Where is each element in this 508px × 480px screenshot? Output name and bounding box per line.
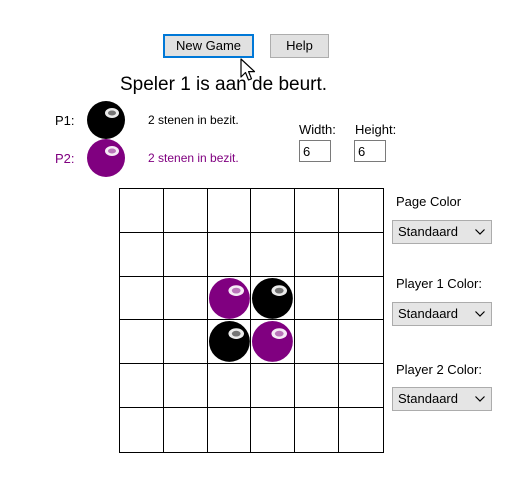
page-color-value: Standaard (398, 224, 458, 239)
player1-label: P1: (55, 113, 75, 128)
height-label: Height: (355, 122, 397, 137)
board-cell[interactable] (120, 276, 164, 321)
board-cell[interactable] (339, 189, 383, 233)
board-cell[interactable] (295, 364, 340, 409)
player1-stone-icon (87, 101, 125, 139)
board-cell[interactable] (295, 232, 340, 277)
player2-color-label: Player 2 Color: (396, 362, 482, 377)
chevron-down-icon (475, 229, 485, 235)
board-cell[interactable] (295, 408, 340, 452)
board-cell[interactable] (207, 320, 252, 365)
player2-label: P2: (55, 151, 75, 166)
board-cell[interactable] (164, 408, 208, 452)
board-cell[interactable] (251, 189, 296, 233)
player1-color-label: Player 1 Color: (396, 276, 482, 291)
player1-stone-count: 2 stenen in bezit. (148, 113, 239, 127)
page-color-select[interactable]: Standaard (392, 220, 492, 244)
board-cell[interactable] (251, 232, 296, 277)
board-cell[interactable] (251, 320, 296, 365)
board-cell[interactable] (207, 189, 252, 233)
board-cell[interactable] (163, 364, 208, 409)
board-cell[interactable] (295, 189, 340, 233)
board-cell[interactable] (339, 277, 383, 321)
board-cell[interactable] (120, 320, 164, 365)
board-cell[interactable] (251, 364, 296, 409)
player2-stone-icon (87, 139, 125, 177)
board-cell[interactable] (163, 232, 208, 277)
board-cell[interactable] (339, 320, 383, 365)
board-cell[interactable] (208, 408, 252, 452)
board-cell[interactable] (251, 408, 296, 452)
reversi-window: New Game Help Speler 1 is aan de beurt. … (0, 0, 508, 480)
board-cell[interactable] (120, 232, 164, 277)
board-cell[interactable] (163, 189, 208, 233)
board-cell[interactable] (120, 408, 164, 452)
player2-stone-count: 2 stenen in bezit. (148, 151, 239, 165)
height-input[interactable] (354, 140, 386, 162)
page-color-label: Page Color (396, 194, 462, 209)
help-button[interactable]: Help (270, 34, 329, 58)
player2-color-select[interactable]: Standaard (392, 387, 492, 411)
board-cell[interactable] (207, 364, 252, 409)
chevron-down-icon (475, 311, 485, 317)
board-cell[interactable] (251, 276, 296, 321)
board-cell[interactable] (163, 320, 208, 365)
player2-stone (252, 321, 294, 363)
board-cell[interactable] (207, 276, 252, 321)
player2-stone (208, 277, 250, 319)
width-input[interactable] (299, 140, 331, 162)
turn-status: Speler 1 is aan de beurt. (120, 74, 328, 95)
board-cell[interactable] (295, 276, 340, 321)
player1-stone (208, 321, 250, 363)
player1-color-value: Standaard (398, 306, 458, 321)
width-label: Width: (299, 122, 336, 137)
game-board (119, 188, 384, 453)
chevron-down-icon (475, 396, 485, 402)
board-cell[interactable] (339, 233, 383, 277)
player1-color-select[interactable]: Standaard (392, 302, 492, 326)
board-cell[interactable] (339, 364, 383, 409)
board-cell[interactable] (339, 408, 383, 452)
board-cell[interactable] (207, 232, 252, 277)
board-cell[interactable] (163, 276, 208, 321)
board-cell[interactable] (120, 189, 164, 233)
player2-color-value: Standaard (398, 391, 458, 406)
board-cell[interactable] (295, 320, 340, 365)
player1-stone (252, 277, 294, 319)
board-cell[interactable] (120, 364, 164, 409)
new-game-button[interactable]: New Game (163, 34, 254, 58)
